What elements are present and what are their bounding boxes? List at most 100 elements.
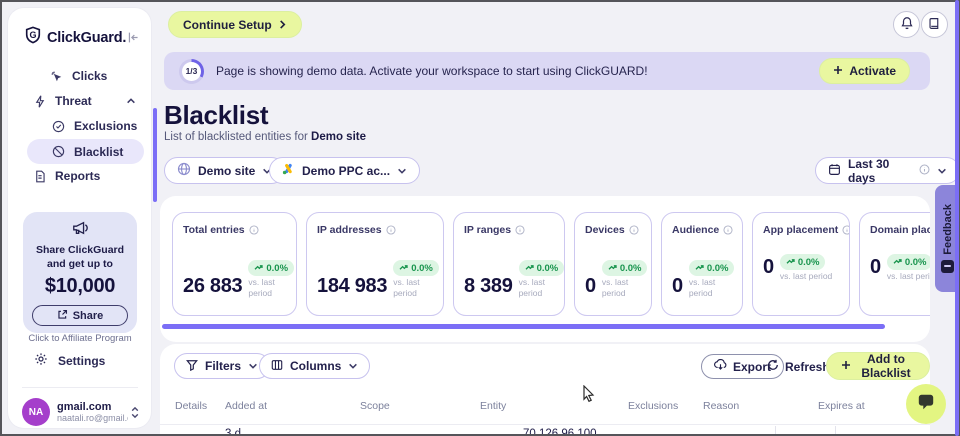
- stat-card-domain-placement: Domain placement 0 0.0% vs. last period: [859, 212, 930, 316]
- stat-vs-label: vs. last period: [393, 277, 439, 298]
- stat-delta: 0.0%: [905, 257, 927, 268]
- settings-label: Settings: [58, 354, 105, 368]
- info-icon[interactable]: [629, 225, 639, 235]
- sidebar-item-threat[interactable]: Threat: [34, 94, 136, 108]
- column-header-scope[interactable]: Scope: [360, 400, 390, 412]
- globe-icon: [177, 162, 191, 179]
- stat-delta: 0.0%: [411, 263, 433, 274]
- stat-label: App placement: [763, 224, 838, 236]
- document-icon: [34, 170, 46, 183]
- activate-button[interactable]: Activate: [819, 58, 910, 84]
- site-selector-value: Demo site: [198, 164, 255, 178]
- cards-horizontal-scrollbar[interactable]: [162, 324, 885, 329]
- megaphone-icon: [71, 223, 89, 240]
- continue-setup-button[interactable]: Continue Setup: [168, 11, 302, 38]
- info-icon[interactable]: [723, 225, 733, 235]
- page-vertical-scrollbar[interactable]: [955, 0, 959, 436]
- stat-delta: 0.0%: [798, 257, 820, 268]
- google-ads-icon: [282, 163, 295, 178]
- stat-vs-label: vs. last period: [519, 277, 565, 298]
- page-title: Blacklist: [164, 100, 268, 131]
- promo-heading: Share ClickGuard and get up to: [23, 243, 137, 271]
- column-header-expires-at[interactable]: Expires at: [818, 400, 865, 412]
- affiliate-promo-card[interactable]: Share ClickGuard and get up to $10,000 S…: [23, 212, 137, 333]
- svg-text:G: G: [29, 30, 36, 40]
- column-header-added-at[interactable]: Added at: [225, 400, 267, 412]
- filters-button[interactable]: Filters: [174, 353, 270, 379]
- cursor-click-icon: [50, 70, 63, 83]
- filters-label: Filters: [205, 359, 241, 373]
- trend-up-icon: [786, 257, 795, 268]
- site-selector[interactable]: Demo site: [164, 157, 285, 184]
- trend-up-icon: [525, 263, 534, 274]
- share-label: Share: [73, 310, 104, 322]
- info-icon[interactable]: [515, 225, 525, 235]
- stat-delta: 0.0%: [537, 263, 559, 274]
- trend-up-icon: [893, 257, 902, 268]
- share-button[interactable]: Share: [32, 305, 128, 326]
- sidebar-item-reports[interactable]: Reports: [34, 169, 100, 183]
- column-header-entity[interactable]: Entity: [480, 400, 506, 412]
- logo[interactable]: G ClickGuard.: [24, 26, 140, 49]
- table-row-divider: [160, 424, 930, 425]
- refresh-button[interactable]: Refresh: [767, 354, 830, 379]
- collapse-sidebar-icon[interactable]: [127, 31, 140, 44]
- ppc-account-value: Demo PPC ac...: [302, 164, 390, 178]
- info-icon[interactable]: [249, 225, 259, 235]
- activate-label: Activate: [849, 64, 896, 78]
- add-to-blacklist-label: Add to Blacklist: [857, 352, 915, 380]
- logo-text: ClickGuard.: [47, 30, 126, 46]
- notifications-button[interactable]: [893, 11, 920, 38]
- columns-button[interactable]: Columns: [259, 353, 370, 379]
- sidebar-item-blacklist[interactable]: Blacklist: [27, 139, 144, 164]
- mouse-cursor: [582, 385, 596, 408]
- stat-card-app-placement: App placement 0 0.0% vs. last period: [752, 212, 850, 316]
- docs-button[interactable]: [921, 11, 948, 38]
- sidebar-scrollbar[interactable]: [153, 108, 157, 202]
- column-header-details[interactable]: Details: [175, 400, 207, 412]
- clickguard-app: G ClickGuard. Clicks Threat: [0, 0, 960, 436]
- stat-vs-label: vs. last period: [689, 277, 735, 298]
- info-icon[interactable]: [386, 225, 396, 235]
- chat-bubble-icon: [916, 393, 936, 416]
- chevron-right-icon: [278, 18, 287, 32]
- user-meta: gmail.com naatali.ro@gmail.com: [57, 401, 128, 423]
- affiliate-link[interactable]: Click to Affiliate Program: [23, 333, 137, 344]
- chat-widget-button[interactable]: [906, 384, 946, 424]
- continue-setup-label: Continue Setup: [183, 18, 272, 32]
- stat-value: 26 883: [183, 275, 242, 298]
- column-header-reason[interactable]: Reason: [703, 400, 739, 412]
- user-email: naatali.ro@gmail.com: [57, 413, 128, 423]
- stat-label: Total entries: [183, 224, 245, 236]
- stat-value: 0: [763, 256, 774, 279]
- stats-panel: Total entries 26 883 0.0% vs. last perio…: [160, 196, 930, 342]
- blacklist-table-panel: Filters Columns Export Refresh: [160, 344, 930, 436]
- stat-label: IP addresses: [317, 224, 382, 236]
- info-icon[interactable]: [842, 225, 850, 235]
- bell-icon: [900, 16, 914, 33]
- column-header-exclusions[interactable]: Exclusions: [628, 400, 678, 412]
- sidebar-item-settings[interactable]: Settings: [34, 352, 105, 369]
- sidebar-item-exclusions[interactable]: Exclusions: [52, 119, 137, 133]
- stat-value: 184 983: [317, 275, 387, 298]
- page-subtitle-site: Demo site: [311, 131, 366, 143]
- sidebar-item-clicks[interactable]: Clicks: [50, 69, 107, 83]
- setup-progress-ring: 1/3: [179, 59, 204, 84]
- stat-label: IP ranges: [464, 224, 511, 236]
- check-circle-icon: [52, 120, 65, 133]
- date-range-value: Last 30 days: [848, 157, 912, 185]
- ppc-account-selector[interactable]: Demo PPC ac...: [269, 157, 420, 184]
- sidebar-item-label: Threat: [55, 94, 92, 108]
- stat-label: Devices: [585, 224, 625, 236]
- stat-vs-label: vs. last period: [887, 271, 930, 282]
- setup-step: 1/3: [182, 62, 201, 81]
- add-to-blacklist-button[interactable]: Add to Blacklist: [826, 352, 930, 380]
- plus-icon: [833, 64, 843, 78]
- stat-card-ip-ranges: IP ranges 8 389 0.0% vs. last period: [453, 212, 565, 316]
- chevron-down-icon: [348, 361, 358, 371]
- stat-label: Audience: [672, 224, 719, 236]
- chevron-down-icon: [248, 361, 258, 371]
- columns-label: Columns: [290, 359, 341, 373]
- date-range-selector[interactable]: Last 30 days: [815, 157, 960, 184]
- user-account[interactable]: NA gmail.com naatali.ro@gmail.com: [22, 398, 140, 426]
